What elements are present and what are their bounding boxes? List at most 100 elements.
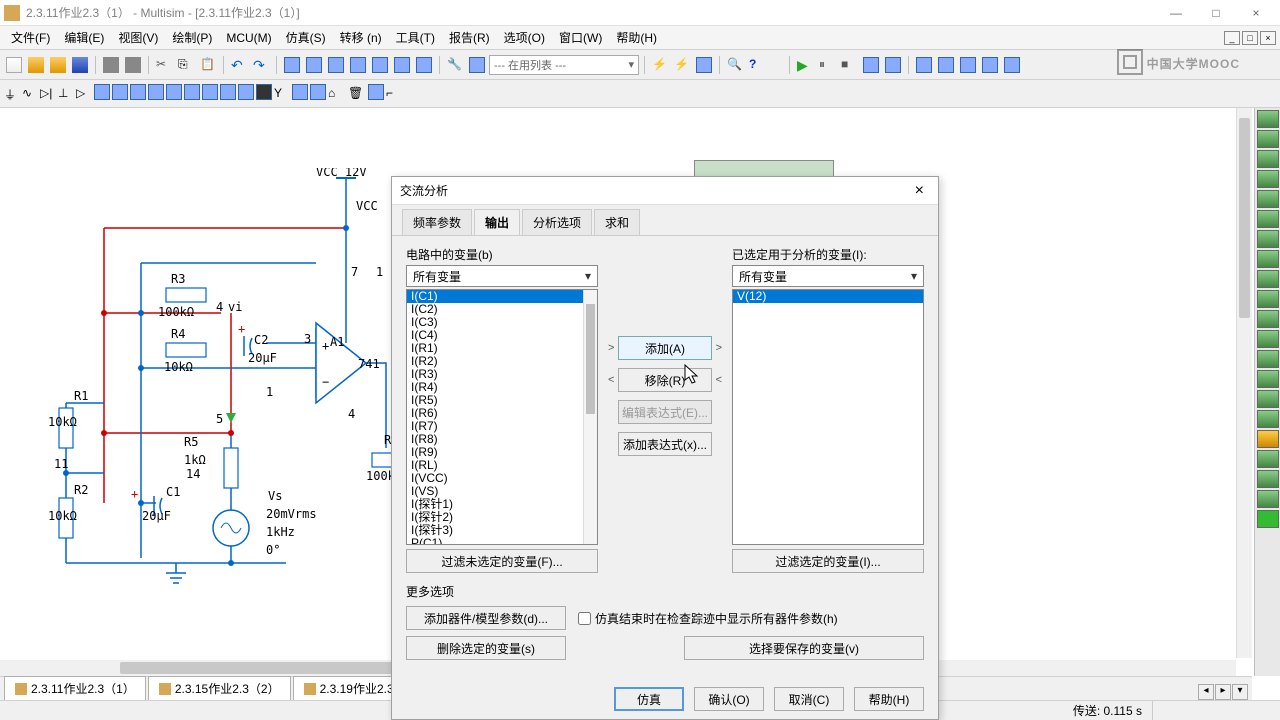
- circuit-vars-dropdown[interactable]: 所有变量: [406, 265, 598, 287]
- comp-ni-icon[interactable]: [256, 84, 272, 103]
- instrument-wordgen-icon[interactable]: [1257, 250, 1279, 268]
- instrument-lv-icon[interactable]: [1257, 450, 1279, 468]
- paste-icon[interactable]: 📋: [198, 55, 218, 75]
- select-save-vars-button[interactable]: 选择要保存的变量(v): [684, 636, 924, 660]
- instrument-spec-icon[interactable]: [1257, 350, 1279, 368]
- instrument-ag-icon[interactable]: [1257, 390, 1279, 408]
- menu-window[interactable]: 窗口(W): [552, 29, 609, 46]
- inst5-icon[interactable]: [1002, 55, 1022, 75]
- instrument-funcgen-icon[interactable]: [1257, 130, 1279, 148]
- grid7-icon[interactable]: [414, 55, 434, 75]
- circuit-vars-list[interactable]: I(C1)I(C2)I(C3)I(C4)I(R1)I(R2)I(R3)I(R4)…: [406, 289, 598, 545]
- maximize-button[interactable]: □: [1196, 1, 1236, 25]
- mdi-restore[interactable]: □: [1242, 31, 1258, 45]
- instrument-multimeter-icon[interactable]: [1257, 110, 1279, 128]
- comp-em-icon[interactable]: [238, 84, 254, 103]
- grid2-icon[interactable]: [304, 55, 324, 75]
- instrument-4ch-icon[interactable]: [1257, 190, 1279, 208]
- vertical-scrollbar[interactable]: [1236, 108, 1252, 658]
- comp-adv-icon[interactable]: [310, 84, 326, 103]
- comp-rf-icon[interactable]: [220, 84, 236, 103]
- instrument-logic-icon[interactable]: [1257, 270, 1279, 288]
- tab-frequency[interactable]: 频率参数: [402, 209, 472, 235]
- component-icon[interactable]: 🔧: [445, 55, 465, 75]
- menu-mcu[interactable]: MCU(M): [219, 31, 278, 45]
- comp-source-icon[interactable]: ⏚: [4, 86, 20, 102]
- cancel-button[interactable]: 取消(C): [774, 687, 844, 711]
- comp-ttl-icon[interactable]: [94, 84, 110, 103]
- dialog-close-icon[interactable]: ×: [909, 182, 930, 200]
- instrument-probe-icon[interactable]: [1257, 430, 1279, 448]
- new-icon[interactable]: [4, 55, 24, 75]
- tab-2[interactable]: 2.3.15作业2.3（2）: [148, 676, 291, 700]
- redo-icon[interactable]: ↷: [251, 55, 271, 75]
- menu-transfer[interactable]: 转移 (n): [333, 29, 389, 46]
- comp-ind-icon[interactable]: [166, 84, 182, 103]
- undo-icon[interactable]: ↶: [229, 55, 249, 75]
- edit-expression-button[interactable]: 编辑表达式(E)...: [618, 400, 711, 424]
- comp-analog-icon[interactable]: ▷: [76, 86, 92, 102]
- menu-edit[interactable]: 编辑(E): [57, 29, 111, 46]
- print-icon[interactable]: [123, 55, 143, 75]
- stop-icon[interactable]: ■: [839, 55, 859, 75]
- grid4-icon[interactable]: [348, 55, 368, 75]
- list-item[interactable]: V(12): [733, 290, 923, 303]
- open-icon[interactable]: [26, 55, 46, 75]
- ok-button[interactable]: 确认(O): [694, 687, 764, 711]
- instrument-iv-icon[interactable]: [1257, 310, 1279, 328]
- instrument-conv-icon[interactable]: [1257, 290, 1279, 308]
- comp-bus-icon[interactable]: ⌂: [328, 86, 344, 102]
- zoom-icon[interactable]: 🔍: [725, 55, 745, 75]
- instrument-net-icon[interactable]: [1257, 370, 1279, 388]
- comp-mixed-icon[interactable]: [148, 84, 164, 103]
- comp-cmos-icon[interactable]: [112, 84, 128, 103]
- save-icon[interactable]: [70, 55, 90, 75]
- tab-summary[interactable]: 求和: [594, 209, 640, 235]
- instrument-scope-icon[interactable]: [1257, 170, 1279, 188]
- instrument-tek-icon[interactable]: [1257, 410, 1279, 428]
- comp-diode-icon[interactable]: ▷|: [40, 86, 56, 102]
- comp-conn-icon[interactable]: Y: [274, 86, 290, 102]
- instrument-cur-icon[interactable]: [1257, 490, 1279, 508]
- minimize-button[interactable]: —: [1156, 1, 1196, 25]
- place-icon[interactable]: 🗑: [348, 86, 364, 102]
- menu-options[interactable]: 选项(O): [497, 29, 552, 46]
- close-button[interactable]: ×: [1236, 1, 1276, 25]
- selected-vars-list[interactable]: V(12): [732, 289, 924, 545]
- menu-simulate[interactable]: 仿真(S): [279, 29, 333, 46]
- add-expression-button[interactable]: 添加表达式(x)...: [618, 432, 711, 456]
- instrument-wattmeter-icon[interactable]: [1257, 150, 1279, 168]
- print-preview-icon[interactable]: [101, 55, 121, 75]
- mdi-close[interactable]: ×: [1260, 31, 1276, 45]
- hier2-icon[interactable]: ⌐: [386, 86, 402, 102]
- menu-tools[interactable]: 工具(T): [389, 29, 442, 46]
- instrument-freq-icon[interactable]: [1257, 230, 1279, 248]
- tab-output[interactable]: 输出: [474, 209, 520, 235]
- cut-icon[interactable]: ✂: [154, 55, 174, 75]
- menu-draw[interactable]: 绘制(P): [165, 29, 219, 46]
- sim1-icon[interactable]: [861, 55, 881, 75]
- tab-list-icon[interactable]: ▾: [1232, 684, 1248, 700]
- run-icon[interactable]: ▶: [795, 55, 815, 75]
- menu-view[interactable]: 视图(V): [111, 29, 165, 46]
- add-model-param-button[interactable]: 添加器件/模型参数(d)...: [406, 606, 566, 630]
- comp-misc-icon[interactable]: [130, 84, 146, 103]
- comp-power-icon[interactable]: [184, 84, 200, 103]
- tab-next-icon[interactable]: ▸: [1215, 684, 1231, 700]
- remove-button[interactable]: 移除(R): [618, 368, 711, 392]
- filter-selected-button[interactable]: 过滤选定的变量(I)...: [732, 549, 924, 573]
- mdi-minimize[interactable]: _: [1224, 31, 1240, 45]
- delete-selected-var-button[interactable]: 删除选定的变量(s): [406, 636, 566, 660]
- show-all-params-checkbox[interactable]: 仿真结束时在检查踪迹中显示所有器件参数(h): [578, 610, 924, 627]
- component2-icon[interactable]: [467, 55, 487, 75]
- grid3-icon[interactable]: [326, 55, 346, 75]
- pause-icon[interactable]: ⏸: [817, 55, 837, 75]
- probe3-icon[interactable]: [694, 55, 714, 75]
- dialog-titlebar[interactable]: 交流分析 ×: [392, 177, 938, 205]
- add-button[interactable]: 添加(A): [618, 336, 711, 360]
- menu-help[interactable]: 帮助(H): [609, 29, 664, 46]
- instrument-ni-icon[interactable]: [1257, 470, 1279, 488]
- sim2-icon[interactable]: [883, 55, 903, 75]
- hier-icon[interactable]: [368, 84, 384, 103]
- copy-icon[interactable]: ⎘: [176, 55, 196, 75]
